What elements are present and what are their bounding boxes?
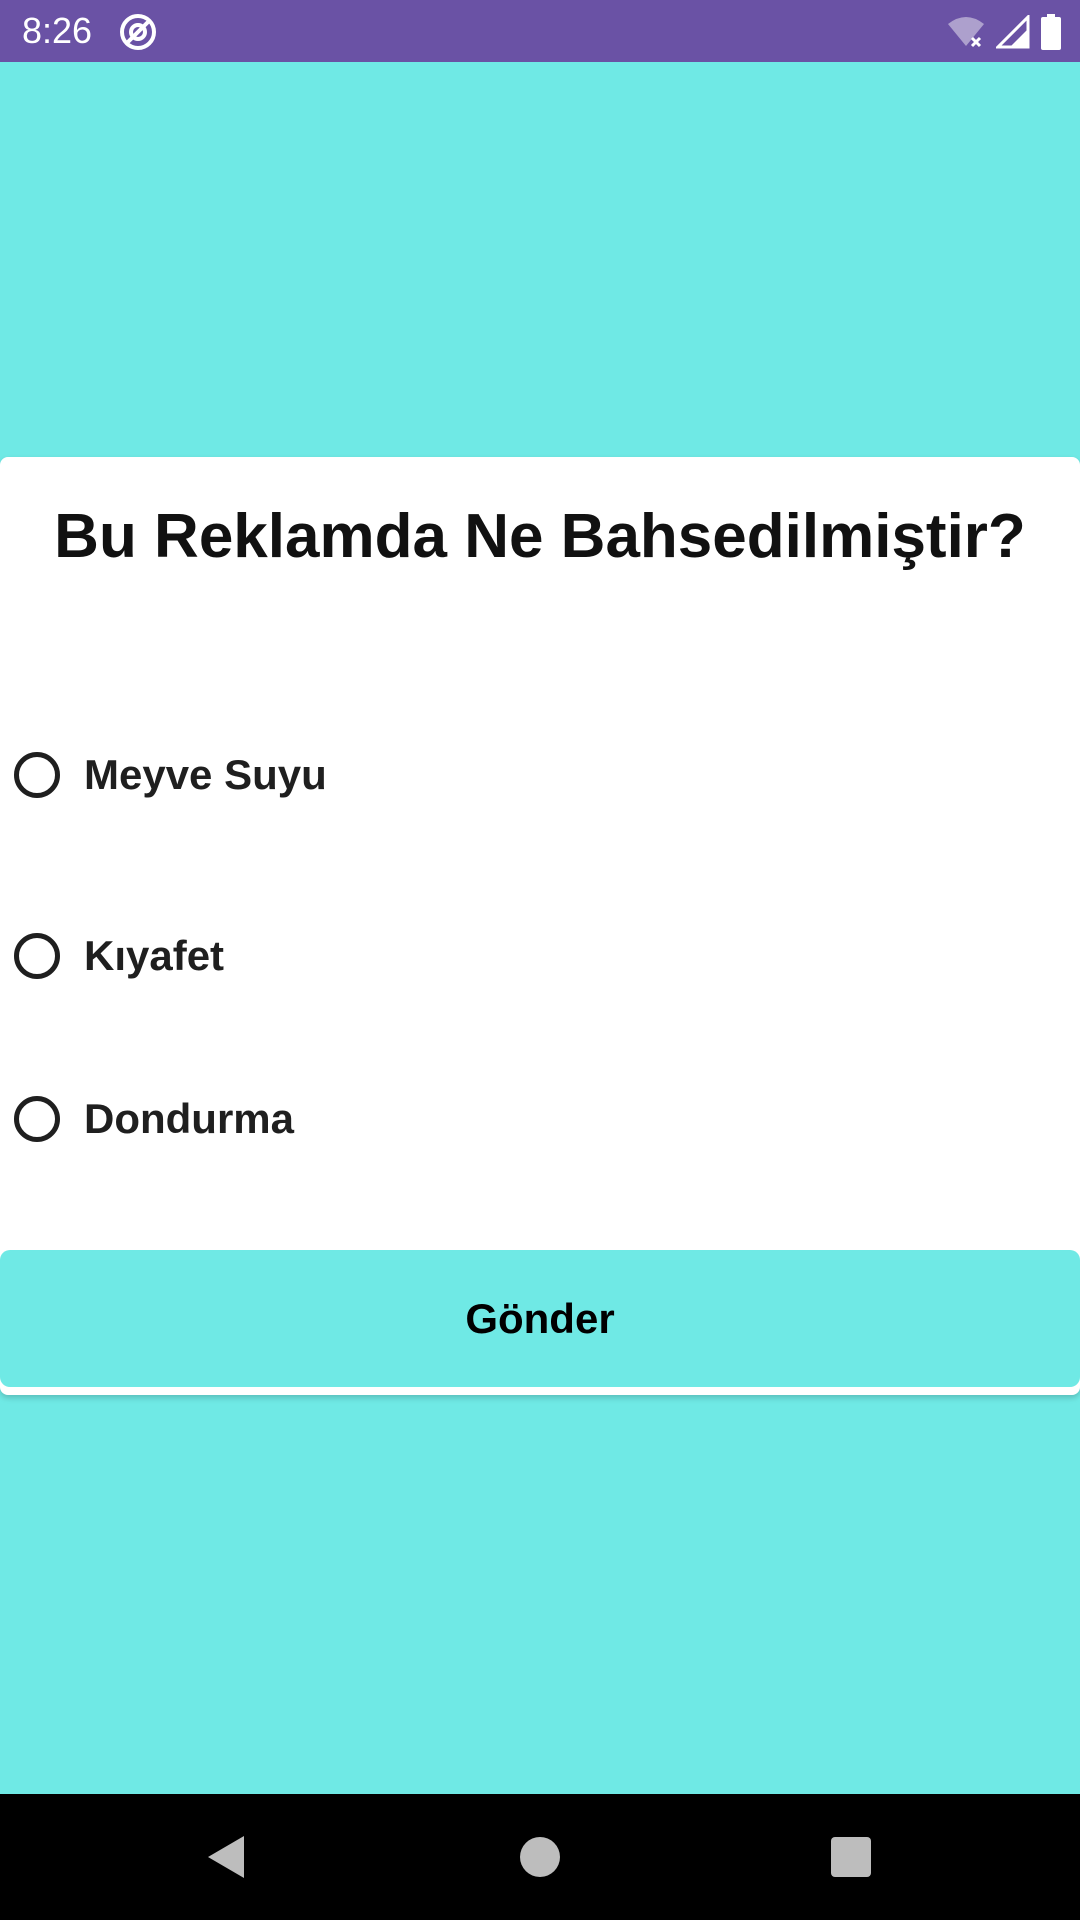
radio-button[interactable] bbox=[14, 1096, 60, 1142]
back-icon[interactable] bbox=[206, 1834, 246, 1880]
wifi-off-icon bbox=[948, 17, 984, 48]
signal-icon bbox=[996, 15, 1030, 49]
recents-icon[interactable] bbox=[831, 1837, 871, 1877]
at-sign-icon bbox=[120, 14, 156, 50]
option-label[interactable]: Dondurma bbox=[84, 1095, 294, 1143]
option-kiyafet[interactable]: Kıyafet bbox=[14, 926, 224, 986]
quiz-card: Bu Reklamda Ne Bahsedilmiştir? Meyve Suy… bbox=[0, 457, 1080, 1395]
radio-button[interactable] bbox=[14, 752, 60, 798]
navigation-bar bbox=[0, 1794, 1080, 1920]
option-meyve-suyu[interactable]: Meyve Suyu bbox=[14, 745, 327, 805]
status-bar: 8:26 bbox=[0, 0, 1080, 62]
status-icons bbox=[946, 12, 1062, 52]
home-icon[interactable] bbox=[520, 1837, 560, 1877]
question-title: Bu Reklamda Ne Bahsedilmiştir? bbox=[54, 502, 1026, 571]
option-label[interactable]: Meyve Suyu bbox=[84, 751, 327, 799]
radio-button[interactable] bbox=[14, 933, 60, 979]
status-time: 8:26 bbox=[22, 10, 93, 51]
battery-icon bbox=[1041, 14, 1061, 50]
option-label[interactable]: Kıyafet bbox=[84, 932, 224, 980]
submit-button[interactable]: Gönder bbox=[0, 1250, 1080, 1387]
option-dondurma[interactable]: Dondurma bbox=[14, 1089, 294, 1149]
